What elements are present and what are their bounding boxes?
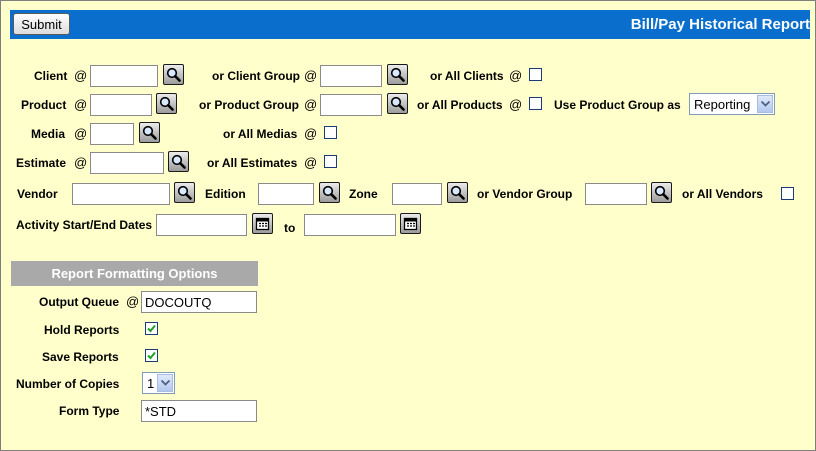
form-type-label: Form Type xyxy=(59,404,120,418)
estimate-input[interactable] xyxy=(90,152,164,174)
use-product-group-value: Reporting xyxy=(694,97,751,112)
client-label: Client xyxy=(34,69,68,83)
all-medias-checkbox[interactable] xyxy=(324,126,337,139)
start-date-calendar-icon[interactable] xyxy=(252,213,273,234)
edition-lookup-icon[interactable] xyxy=(319,182,340,203)
save-reports-checkbox[interactable] xyxy=(145,349,158,362)
form-type-input[interactable] xyxy=(141,400,257,422)
product-group-label: or Product Group xyxy=(199,98,299,112)
zone-lookup-icon[interactable] xyxy=(447,182,468,203)
client-group-input[interactable] xyxy=(320,65,382,87)
estimate-at-symbol: @ xyxy=(74,155,88,170)
end-date-input[interactable] xyxy=(304,214,396,236)
report-title: Bill/Pay Historical Report xyxy=(630,16,810,33)
report-formatting-header: Report Formatting Options xyxy=(11,261,258,286)
zone-label: Zone xyxy=(349,187,378,201)
output-queue-label: Output Queue xyxy=(39,295,119,309)
all-products-label: or All Products xyxy=(417,98,503,112)
client-group-at-symbol: @ xyxy=(304,68,318,83)
number-of-copies-label: Number of Copies xyxy=(16,377,120,391)
product-group-input[interactable] xyxy=(320,94,382,116)
media-input[interactable] xyxy=(90,123,134,145)
all-estimates-at-symbol: @ xyxy=(304,155,318,170)
all-products-at-symbol: @ xyxy=(509,97,523,112)
all-medias-label: or All Medias xyxy=(223,127,298,141)
media-lookup-icon[interactable] xyxy=(139,122,160,143)
product-group-lookup-icon[interactable] xyxy=(387,93,408,114)
product-input[interactable] xyxy=(90,94,152,116)
estimate-lookup-icon[interactable] xyxy=(168,151,189,172)
client-group-lookup-icon[interactable] xyxy=(387,64,408,85)
hold-reports-checkbox[interactable] xyxy=(145,322,158,335)
client-at-symbol: @ xyxy=(74,68,88,83)
client-group-label: or Client Group xyxy=(212,69,300,83)
activity-dates-label: Activity Start/End Dates xyxy=(16,218,153,232)
product-lookup-icon[interactable] xyxy=(156,93,177,114)
all-clients-label: or All Clients xyxy=(430,69,504,83)
vendor-lookup-icon[interactable] xyxy=(174,182,195,203)
estimate-label: Estimate xyxy=(16,156,67,170)
edition-input[interactable] xyxy=(258,183,314,205)
vendor-group-input[interactable] xyxy=(585,183,647,205)
all-estimates-label: or All Estimates xyxy=(207,156,298,170)
all-clients-at-symbol: @ xyxy=(509,68,523,83)
save-reports-label: Save Reports xyxy=(42,350,119,364)
all-clients-checkbox[interactable] xyxy=(529,68,542,81)
vendor-group-lookup-icon[interactable] xyxy=(651,182,672,203)
use-product-group-label: Use Product Group as xyxy=(554,98,681,112)
hold-reports-label: Hold Reports xyxy=(44,323,120,337)
chevron-down-icon[interactable] xyxy=(157,374,173,392)
vendor-group-label: or Vendor Group xyxy=(477,187,573,201)
product-label: Product xyxy=(21,98,67,112)
output-queue-input[interactable] xyxy=(141,291,257,313)
chevron-down-icon[interactable] xyxy=(757,95,773,113)
zone-input[interactable] xyxy=(392,183,442,205)
media-label: Media xyxy=(31,127,66,141)
to-label: to xyxy=(284,221,296,235)
number-of-copies-value: 1 xyxy=(147,376,155,391)
start-date-input[interactable] xyxy=(156,214,247,236)
use-product-group-select[interactable]: Reporting xyxy=(689,93,775,115)
product-at-symbol: @ xyxy=(74,97,88,112)
number-of-copies-select[interactable]: 1 xyxy=(142,372,175,394)
all-products-checkbox[interactable] xyxy=(529,97,542,110)
vendor-input[interactable] xyxy=(72,183,170,205)
all-medias-at-symbol: @ xyxy=(304,126,318,141)
report-form-panel: Submit Bill/Pay Historical Report Client… xyxy=(0,0,816,451)
media-at-symbol: @ xyxy=(74,126,88,141)
client-lookup-icon[interactable] xyxy=(163,64,184,85)
all-vendors-label: or All Vendors xyxy=(682,187,763,201)
vendor-label: Vendor xyxy=(17,187,58,201)
all-vendors-checkbox[interactable] xyxy=(781,187,794,200)
output-queue-at-symbol: @ xyxy=(126,294,140,309)
submit-button[interactable]: Submit xyxy=(13,13,70,35)
product-group-at-symbol: @ xyxy=(304,97,318,112)
end-date-calendar-icon[interactable] xyxy=(400,213,421,234)
all-estimates-checkbox[interactable] xyxy=(324,155,337,168)
edition-label: Edition xyxy=(205,187,246,201)
header-bar: Submit Bill/Pay Historical Report xyxy=(10,10,810,39)
client-input[interactable] xyxy=(90,65,158,87)
